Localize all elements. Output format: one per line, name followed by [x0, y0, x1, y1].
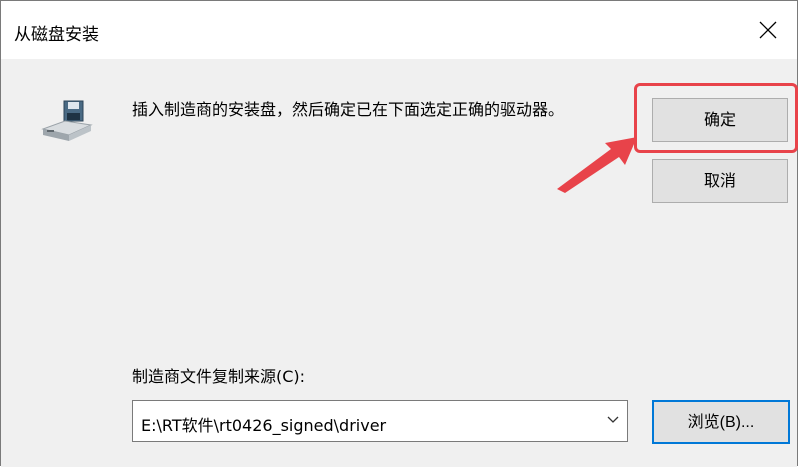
ok-button[interactable]: 确定: [652, 98, 788, 142]
install-from-disk-dialog: 从磁盘安装 插入制造商的安装盘，然后确定已在下面选定正确的驱动器。 确定 取消 …: [0, 0, 798, 467]
source-label: 制造商文件复制来源(C):: [132, 367, 306, 386]
close-button[interactable]: [739, 1, 797, 59]
floppy-drive-icon: [39, 99, 95, 147]
source-path-value[interactable]: E:\RT软件\rt0426_signed\driver: [141, 412, 386, 436]
close-icon: [759, 21, 777, 39]
window-title: 从磁盘安装: [14, 25, 99, 45]
cancel-button[interactable]: 取消: [652, 159, 788, 203]
instruction-text: 插入制造商的安装盘，然后确定已在下面选定正确的驱动器。: [132, 100, 565, 119]
chevron-down-icon[interactable]: [607, 416, 619, 424]
red-arrow-icon: [557, 137, 637, 193]
source-path-combobox[interactable]: E:\RT软件\rt0426_signed\driver: [132, 400, 628, 442]
title-bar[interactable]: 从磁盘安装: [1, 1, 797, 59]
browse-button[interactable]: 浏览(B)...: [652, 400, 790, 444]
